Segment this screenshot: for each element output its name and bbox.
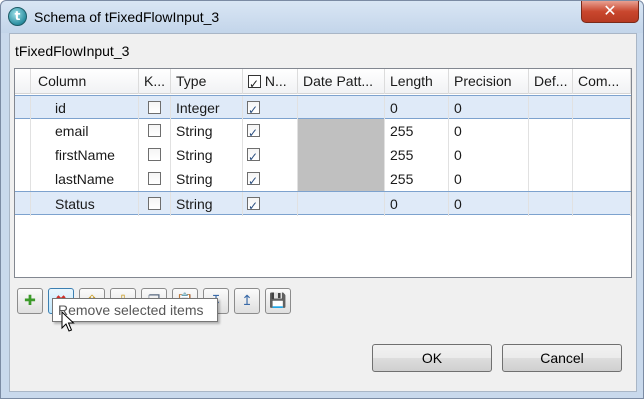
cell-column-name[interactable]: lastName bbox=[31, 167, 139, 191]
cell-comment[interactable] bbox=[573, 143, 631, 167]
nullable-checkbox[interactable] bbox=[247, 145, 260, 167]
key-checkbox[interactable] bbox=[148, 197, 161, 210]
cell-comment[interactable] bbox=[573, 192, 631, 216]
cell-column-name[interactable]: firstName bbox=[31, 143, 139, 167]
row-header[interactable] bbox=[15, 96, 31, 120]
nullable-checkbox[interactable] bbox=[247, 194, 260, 216]
cell-length[interactable]: 255 bbox=[385, 167, 449, 191]
cell-date-pattern bbox=[298, 119, 385, 143]
cell-type[interactable]: String bbox=[171, 192, 243, 216]
cell-key[interactable] bbox=[139, 167, 171, 191]
cell-default[interactable] bbox=[529, 167, 573, 191]
window-title: Schema of tFixedFlowInput_3 bbox=[34, 9, 220, 25]
cell-default[interactable] bbox=[529, 96, 573, 120]
save-button[interactable]: 💾 bbox=[265, 288, 291, 314]
header-date-pattern[interactable]: Date Patt... bbox=[298, 69, 385, 94]
table-row[interactable]: email String 2550 bbox=[15, 119, 631, 143]
add-icon: ✚ bbox=[24, 293, 36, 309]
header-precision[interactable]: Precision bbox=[449, 69, 529, 94]
dialog-body: tFixedFlowInput_3 Column K... Type N... … bbox=[9, 33, 637, 392]
cell-precision[interactable]: 0 bbox=[449, 192, 529, 216]
cell-precision[interactable]: 0 bbox=[449, 96, 529, 120]
cell-precision[interactable]: 0 bbox=[449, 143, 529, 167]
cell-type[interactable]: String bbox=[171, 119, 243, 143]
cell-nullable[interactable] bbox=[243, 167, 298, 191]
cell-comment[interactable] bbox=[573, 119, 631, 143]
export-button[interactable]: ↥ bbox=[234, 288, 260, 314]
save-icon: 💾 bbox=[269, 293, 287, 309]
cell-length[interactable]: 0 bbox=[385, 192, 449, 216]
cell-key[interactable] bbox=[139, 143, 171, 167]
cell-precision[interactable]: 0 bbox=[449, 119, 529, 143]
cell-precision[interactable]: 0 bbox=[449, 167, 529, 191]
row-header[interactable] bbox=[15, 192, 31, 216]
cell-date-pattern bbox=[298, 167, 385, 191]
row-header[interactable] bbox=[15, 143, 31, 167]
nullable-checkbox[interactable] bbox=[247, 169, 260, 191]
header-nullable[interactable]: N... bbox=[243, 69, 298, 94]
cell-column-name[interactable]: email bbox=[31, 119, 139, 143]
header-column[interactable]: Column bbox=[31, 69, 139, 94]
cell-type[interactable]: Integer bbox=[171, 96, 243, 120]
table-header: Column K... Type N... Date Patt... Lengt… bbox=[15, 69, 631, 94]
key-checkbox[interactable] bbox=[148, 124, 161, 137]
key-checkbox[interactable] bbox=[148, 172, 161, 185]
header-length[interactable]: Length bbox=[385, 69, 449, 94]
tooltip: Remove selected items bbox=[52, 298, 218, 322]
cell-key[interactable] bbox=[139, 192, 171, 216]
dialog-window: t Schema of tFixedFlowInput_3 ✕ tFixedFl… bbox=[0, 0, 644, 399]
cell-default[interactable] bbox=[529, 119, 573, 143]
close-button[interactable]: ✕ bbox=[581, 1, 639, 23]
cell-comment[interactable] bbox=[573, 167, 631, 191]
key-checkbox[interactable] bbox=[148, 148, 161, 161]
cell-nullable[interactable] bbox=[243, 143, 298, 167]
cell-comment[interactable] bbox=[573, 96, 631, 120]
title-bar[interactable]: t Schema of tFixedFlowInput_3 ✕ bbox=[1, 1, 643, 33]
cell-length[interactable]: 255 bbox=[385, 143, 449, 167]
row-header[interactable] bbox=[15, 119, 31, 143]
table-row[interactable]: id Integer 00 bbox=[15, 95, 631, 120]
cell-nullable[interactable] bbox=[243, 96, 298, 120]
cell-length[interactable]: 0 bbox=[385, 96, 449, 120]
cell-date-pattern bbox=[298, 143, 385, 167]
table-row[interactable]: firstName String 2550 bbox=[15, 143, 631, 167]
cell-key[interactable] bbox=[139, 96, 171, 120]
header-type[interactable]: Type bbox=[171, 69, 243, 94]
row-header-spacer bbox=[15, 69, 31, 94]
cell-nullable[interactable] bbox=[243, 192, 298, 216]
component-label: tFixedFlowInput_3 bbox=[15, 43, 130, 59]
select-all-nullable-checkbox[interactable] bbox=[248, 72, 261, 94]
cell-length[interactable]: 255 bbox=[385, 119, 449, 143]
cell-type[interactable]: String bbox=[171, 143, 243, 167]
header-comment[interactable]: Com... bbox=[573, 69, 631, 94]
cell-default[interactable] bbox=[529, 143, 573, 167]
nullable-checkbox[interactable] bbox=[247, 98, 260, 120]
cell-date-pattern[interactable] bbox=[298, 192, 385, 216]
cell-column-name[interactable]: Status bbox=[31, 192, 139, 216]
header-key[interactable]: K... bbox=[139, 69, 171, 94]
cell-date-pattern[interactable] bbox=[298, 96, 385, 120]
cell-key[interactable] bbox=[139, 119, 171, 143]
table-row[interactable]: Status String 00 bbox=[15, 191, 631, 216]
header-default[interactable]: Def... bbox=[529, 69, 573, 94]
add-button[interactable]: ✚ bbox=[17, 288, 43, 314]
cell-column-name[interactable]: id bbox=[31, 96, 139, 120]
table-row[interactable]: lastName String 2550 bbox=[15, 167, 631, 191]
cell-type[interactable]: String bbox=[171, 167, 243, 191]
nullable-checkbox[interactable] bbox=[247, 121, 260, 143]
cell-nullable[interactable] bbox=[243, 119, 298, 143]
export-icon: ↥ bbox=[241, 293, 253, 309]
header-nullable-label: N... bbox=[264, 73, 287, 89]
cell-default[interactable] bbox=[529, 192, 573, 216]
mouse-cursor-icon bbox=[61, 311, 75, 332]
ok-button[interactable]: OK bbox=[372, 344, 492, 372]
schema-table: Column K... Type N... Date Patt... Lengt… bbox=[14, 68, 632, 278]
talend-app-icon: t bbox=[8, 7, 27, 26]
key-checkbox[interactable] bbox=[148, 101, 161, 114]
row-header[interactable] bbox=[15, 167, 31, 191]
cancel-button[interactable]: Cancel bbox=[502, 344, 622, 372]
